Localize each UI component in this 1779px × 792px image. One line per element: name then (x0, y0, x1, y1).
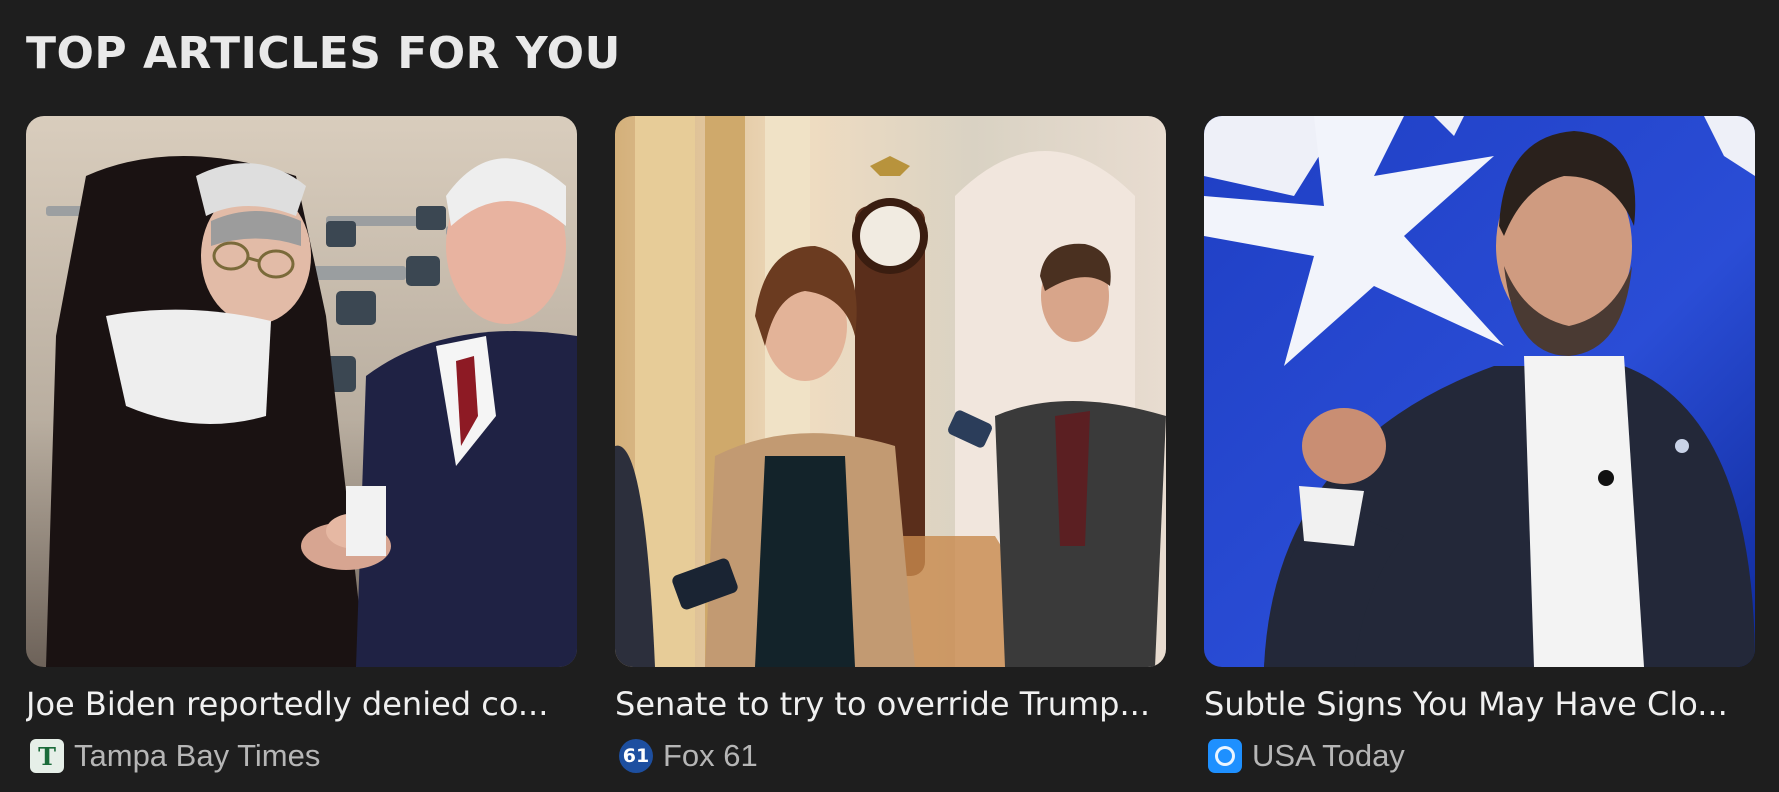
article-headline[interactable]: Subtle Signs You May Have Clo... (1204, 684, 1755, 724)
photo-nun-and-biden (26, 116, 577, 667)
source-icon-glyph: T (38, 741, 56, 771)
article-thumbnail[interactable] (26, 116, 577, 667)
tampa-bay-times-logo-icon: T (30, 739, 64, 773)
article-source[interactable]: T Tampa Bay Times (30, 738, 320, 774)
article-headline[interactable]: Senate to try to override Trump... (615, 684, 1166, 724)
article-source[interactable]: USA Today (1208, 738, 1405, 774)
article-card[interactable]: Subtle Signs You May Have Clo... USA Tod… (1204, 116, 1755, 786)
source-name: USA Today (1252, 738, 1405, 773)
article-cards: Joe Biden reportedly denied co... T Tamp… (26, 116, 1756, 786)
fox-61-logo-icon: 61 (619, 739, 653, 773)
article-headline[interactable]: Joe Biden reportedly denied co... (26, 684, 577, 724)
source-name: Fox 61 (663, 738, 758, 773)
article-source[interactable]: 61 Fox 61 (619, 738, 758, 774)
article-card[interactable]: Senate to try to override Trump... 61 Fo… (615, 116, 1166, 786)
photo-speaker-blue-backdrop (1204, 116, 1755, 667)
source-icon-glyph: 61 (622, 745, 650, 767)
usa-today-logo-icon (1208, 739, 1242, 773)
source-name: Tampa Bay Times (74, 738, 321, 773)
article-thumbnail[interactable] (1204, 116, 1755, 667)
section-title: TOP ARTICLES FOR YOU (26, 28, 621, 79)
article-card[interactable]: Joe Biden reportedly denied co... T Tamp… (26, 116, 577, 786)
usa-today-circle-icon (1215, 746, 1235, 766)
article-thumbnail[interactable] (615, 116, 1166, 667)
photo-senator-in-hallway (615, 116, 1166, 667)
